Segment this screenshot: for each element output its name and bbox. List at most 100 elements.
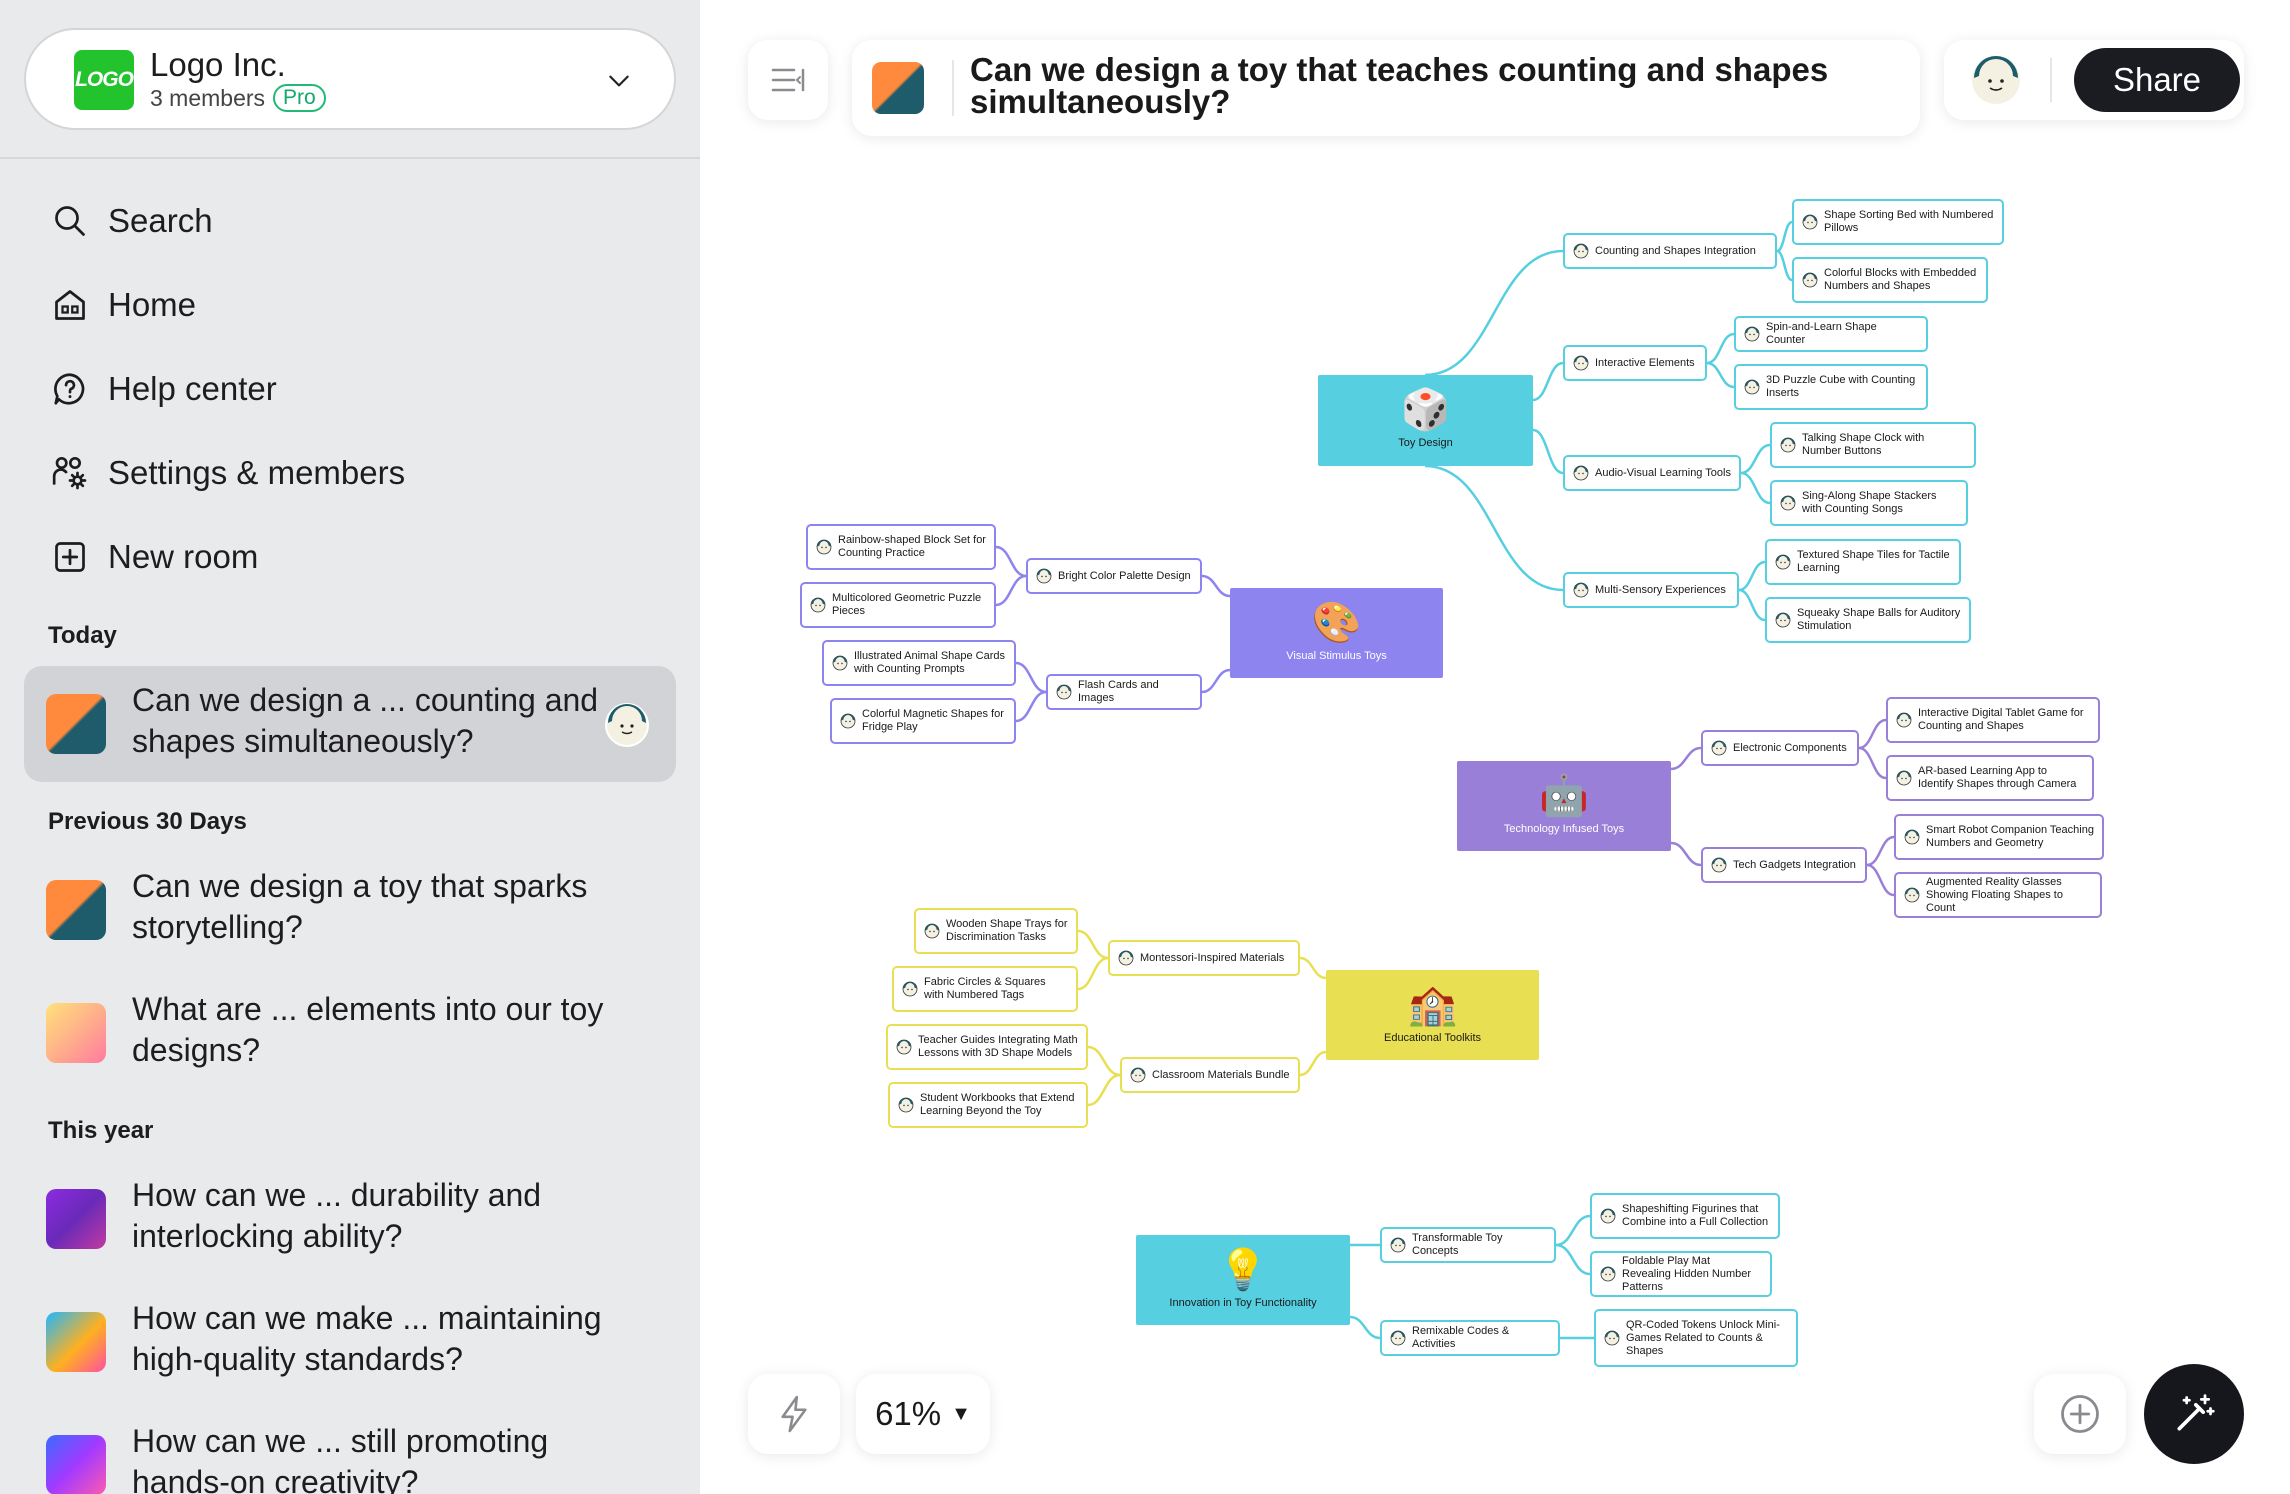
node-avatar-icon [1711,857,1727,873]
mind-map-edge [1776,220,1793,253]
hub-label: Toy Design [1398,437,1453,449]
hub-technology-infused-toys[interactable]: 🤖 Technology Infused Toys [1457,761,1671,851]
hub-innovation-in-toy-functionality[interactable]: 💡 Innovation in Toy Functionality [1136,1235,1350,1325]
mind-map-node[interactable]: Montessori-Inspired Materials [1108,940,1300,976]
divider [952,60,954,116]
mind-map-node[interactable]: Textured Shape Tiles for Tactile Learnin… [1765,539,1961,585]
zoom-control[interactable]: 61% ▼ [856,1374,990,1454]
workspace-switcher[interactable]: LOGO Logo Inc. 3 members Pro [24,28,676,130]
mind-map-node[interactable]: Remixable Codes & Activities [1380,1320,1560,1356]
node-avatar-icon [1780,495,1796,511]
room-thumbnail [46,1003,106,1063]
mind-map-node[interactable]: Spin-and-Learn Shape Counter [1734,316,1928,352]
nav-settings-members[interactable]: Settings & members [50,445,405,501]
mind-map-node[interactable]: Interactive Digital Tablet Game for Coun… [1886,697,2100,743]
toggle-sidebar-button[interactable] [748,40,828,120]
mind-map-edge [1424,464,1564,592]
magic-wand-button[interactable] [2144,1364,2244,1464]
room-item[interactable]: What are ... elements into our toy desig… [24,975,676,1091]
mind-map-node[interactable]: Rainbow-shaped Block Set for Counting Pr… [806,524,996,570]
add-node-button[interactable] [2034,1374,2126,1454]
nav-home[interactable]: Home [50,277,196,333]
mind-map-edge [1740,443,1771,475]
mind-map-node[interactable]: Bright Color Palette Design [1026,558,1202,594]
mind-map-edge [1299,956,1327,980]
room-title: How can we make ... maintaining high-qua… [132,1300,602,1377]
mind-map-node[interactable]: Shape Sorting Bed with Numbered Pillows [1792,199,2004,245]
hub-label: Technology Infused Toys [1503,823,1625,835]
mind-map-node[interactable]: Electronic Components [1701,730,1859,766]
mind-map-node[interactable]: Student Workbooks that Extend Learning B… [888,1082,1088,1128]
mind-map-node[interactable]: Squeaky Shape Balls for Auditory Stimula… [1765,597,1971,643]
hub-educational-toolkits[interactable]: 🏫 Educational Toolkits [1326,970,1539,1060]
mind-map-node[interactable]: Colorful Blocks with Embedded Numbers an… [1792,257,1988,303]
mind-map-node[interactable]: Smart Robot Companion Teaching Numbers a… [1894,814,2104,860]
mind-map-edge [1706,332,1735,365]
nav-new-room[interactable]: New room [50,529,258,585]
mind-map-edge [1670,841,1702,867]
node-avatar-icon [1744,326,1760,342]
chevron-down-icon[interactable] [606,68,632,94]
mind-map-edge [1299,1050,1327,1077]
mind-map-edge [1077,929,1109,960]
mind-map-node[interactable]: AR-based Learning App to Identify Shapes… [1886,755,2094,801]
node-avatar-icon [1904,887,1920,903]
node-avatar-icon [1600,1208,1616,1224]
room-item[interactable]: Can we design a toy that sparks storytel… [24,852,676,968]
mind-map-node[interactable]: Augmented Reality Glasses Showing Floati… [1894,872,2102,918]
room-title[interactable]: Can we design a toy that teaches countin… [970,53,1900,118]
mind-map-node[interactable]: Talking Shape Clock with Number Buttons [1770,422,1976,468]
mind-map-node[interactable]: Interactive Elements [1563,345,1707,381]
mind-map-node[interactable]: Audio-Visual Learning Tools [1563,455,1741,491]
mind-map-edge [1015,661,1047,694]
avatar[interactable] [1970,54,2022,106]
node-avatar-icon [1573,355,1589,371]
hub-label: Visual Stimulus Toys [1286,650,1387,662]
node-avatar-icon [1802,214,1818,230]
node-avatar-icon [1904,829,1920,845]
hub-toy-design[interactable]: 🎲 Toy Design [1318,375,1533,466]
mind-map-node[interactable]: Shapeshifting Figurines that Combine int… [1590,1193,1780,1239]
mind-map-node[interactable]: Classroom Materials Bundle [1120,1057,1300,1093]
mind-map-node[interactable]: Wooden Shape Trays for Discrimination Ta… [914,908,1078,954]
mind-map-node[interactable]: Transformable Toy Concepts [1380,1227,1556,1263]
mind-map-node[interactable]: Fabric Circles & Squares with Numbered T… [892,966,1078,1012]
mind-map-node[interactable]: Illustrated Animal Shape Cards with Coun… [822,640,1016,686]
node-avatar-icon [1390,1330,1406,1346]
nav-help-center[interactable]: Help center [50,361,277,417]
nav-search[interactable]: Search [50,193,213,249]
room-title: How can we ... still promoting hands-on … [132,1423,549,1494]
mind-map-node[interactable]: Foldable Play Mat Revealing Hidden Numbe… [1590,1251,1772,1297]
mind-map-node[interactable]: Multi-Sensory Experiences [1563,572,1739,608]
mind-map-edge [1706,361,1735,389]
node-avatar-icon [898,1097,914,1113]
mind-map-edge [995,545,1027,578]
mind-map-node[interactable]: Multicolored Geometric Puzzle Pieces [800,582,996,628]
members-count: 3 members [150,84,266,111]
mind-map-edge [1738,560,1766,592]
room-item[interactable]: How can we ... durability and interlocki… [24,1161,676,1277]
avatar [605,703,649,747]
mind-map-node[interactable]: Teacher Guides Integrating Math Lessons … [886,1024,1088,1070]
mind-map-node[interactable]: Tech Gadgets Integration [1701,847,1867,883]
mind-map-node[interactable]: 3D Puzzle Cube with Counting Inserts [1734,364,1928,410]
mind-map-edge [1201,668,1231,694]
room-thumbnail [46,1435,106,1494]
room-item[interactable]: Can we design a ... counting and shapes … [24,666,676,782]
mind-map-node[interactable]: Flash Cards and Images [1046,674,1202,710]
room-title: How can we ... durability and interlocki… [132,1177,542,1254]
node-avatar-icon [840,713,856,729]
mind-map-edge [995,574,1027,607]
hub-visual-stimulus-toys[interactable]: 🎨 Visual Stimulus Toys [1230,588,1443,678]
mind-map-node[interactable]: Colorful Magnetic Shapes for Fridge Play [830,698,1016,744]
node-avatar-icon [1573,243,1589,259]
quick-actions-button[interactable] [748,1374,840,1454]
mind-map-node[interactable]: QR-Coded Tokens Unlock Mini-Games Relate… [1594,1309,1798,1367]
mind-map-node[interactable]: Counting and Shapes Integration [1563,233,1777,269]
room-header: Can we design a toy that teaches countin… [852,40,1920,136]
room-item[interactable]: How can we ... still promoting hands-on … [24,1407,676,1494]
mind-map-node[interactable]: Sing-Along Shape Stackers with Counting … [1770,480,1968,526]
node-avatar-icon [1056,684,1072,700]
share-button[interactable]: Share [2074,48,2240,112]
room-item[interactable]: How can we make ... maintaining high-qua… [24,1284,676,1400]
